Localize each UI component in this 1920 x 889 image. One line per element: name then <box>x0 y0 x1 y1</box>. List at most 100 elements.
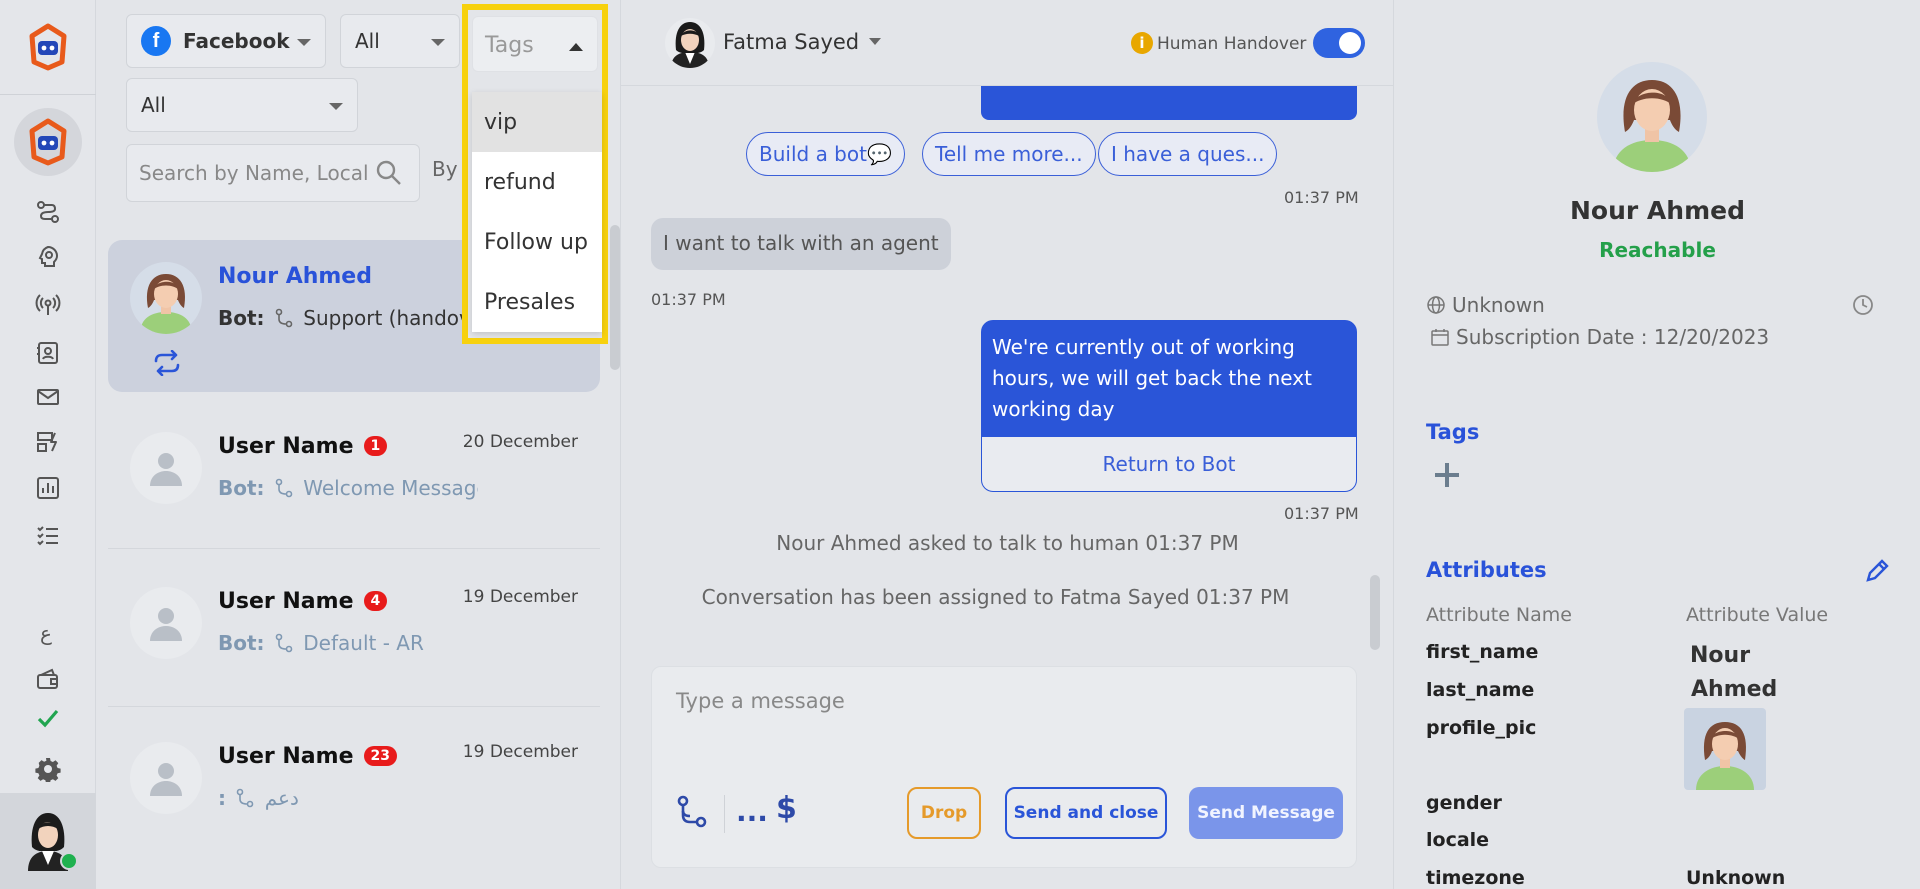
tags-select-placeholder: Tags <box>485 33 534 58</box>
tags-section-title: Tags <box>1426 420 1480 444</box>
message-input[interactable] <box>662 681 1342 741</box>
svg-text:ع: ع <box>40 621 52 645</box>
quick-reply-question[interactable]: I have a ques... <box>1098 132 1278 176</box>
contact-avatar <box>130 587 202 659</box>
subscription-date: Subscription Date : 12/20/2023 <box>1456 325 1770 349</box>
attribute-profile-pic <box>1684 708 1766 790</box>
app-logo-icon[interactable] <box>24 22 72 72</box>
status-select[interactable]: All <box>340 14 460 68</box>
flow-icon <box>275 478 293 498</box>
attribute-value-header: Attribute Value <box>1686 604 1829 626</box>
tasks-checklist-icon[interactable] <box>34 521 62 549</box>
chat-header: Fatma Sayed i Human Handover <box>621 0 1394 86</box>
assignment-select[interactable]: All <box>126 78 358 132</box>
tag-option-vip[interactable]: vip <box>472 92 602 152</box>
tag-option-presales[interactable]: Presales <box>472 272 602 332</box>
bot-label: Bot: <box>218 476 265 500</box>
assigned-agent-name: Fatma Sayed <box>723 30 860 54</box>
clock-icon[interactable] <box>1852 294 1874 316</box>
quick-reply-tell-more[interactable]: Tell me more... <box>922 132 1096 176</box>
chevron-down-icon <box>329 103 343 110</box>
return-to-bot-button[interactable]: Return to Bot <box>982 437 1356 491</box>
analytics-icon[interactable] <box>34 474 62 502</box>
list-divider <box>108 548 600 549</box>
profile-avatar <box>1597 62 1707 172</box>
ai-brain-icon[interactable] <box>34 243 62 271</box>
online-status-dot <box>60 852 78 870</box>
flow-icon <box>275 633 293 653</box>
human-handover-toggle[interactable] <box>1313 28 1365 58</box>
profile-subscription: Subscription Date : 12/20/2023 <box>1430 325 1769 349</box>
tags-select[interactable]: Tags <box>472 16 598 72</box>
assigned-agent-select[interactable]: Fatma Sayed <box>723 30 882 54</box>
list-divider <box>108 706 600 707</box>
language-arabic-icon[interactable]: ع <box>34 619 62 647</box>
chat-scrollbar[interactable] <box>1370 575 1380 650</box>
payment-button[interactable]: $ <box>776 791 797 826</box>
search-input[interactable] <box>127 145 367 201</box>
send-and-close-button[interactable]: Send and close <box>1005 787 1167 839</box>
tag-option-follow-up[interactable]: Follow up <box>472 212 602 272</box>
channel-select-value: Facebook <box>183 29 290 53</box>
quick-reply-build-bot[interactable]: Build a bot💬 <box>746 132 905 176</box>
attributes-section-title: Attributes <box>1426 558 1547 582</box>
search-icon[interactable] <box>375 159 403 187</box>
flow-icon[interactable] <box>34 198 62 226</box>
conversation-date: 20 December <box>462 432 578 452</box>
contact-name: User Name 1 <box>218 434 388 459</box>
previous-outgoing-message <box>981 86 1357 120</box>
attribute-key: last_name <box>1426 679 1535 701</box>
broadcast-icon[interactable] <box>34 290 62 318</box>
contact-avatar <box>130 262 202 334</box>
profile-location: Unknown <box>1426 293 1545 317</box>
flow-name: Default - AR <box>303 631 424 655</box>
contact-avatar <box>130 742 202 814</box>
conversation-date: 19 December <box>462 587 578 607</box>
attribute-key: timezone <box>1426 867 1525 889</box>
unread-badge: 1 <box>363 436 388 456</box>
bot-home-button[interactable] <box>14 108 82 176</box>
check-icon[interactable] <box>34 704 62 732</box>
conversation-item[interactable]: User Name 1 20 December Bot: Welcome Mess… <box>108 410 600 560</box>
contact-name: Nour Ahmed <box>218 264 372 289</box>
agent-profile-button[interactable] <box>0 793 96 889</box>
flow-icon[interactable] <box>676 795 708 829</box>
reachability-status: Reachable <box>1599 238 1716 262</box>
contact-name: User Name 4 <box>218 589 388 614</box>
drop-button[interactable]: Drop <box>907 787 981 839</box>
flow-name: دعم <box>264 786 299 810</box>
edit-pencil-icon[interactable] <box>1864 558 1890 584</box>
conversation-item[interactable]: User Name 23 19 December : دعم <box>108 720 600 870</box>
calendar-icon <box>1431 329 1449 346</box>
bot-logo-icon <box>29 118 67 166</box>
outgoing-message-text: We're currently out of working hours, we… <box>992 335 1312 421</box>
conversation-list-scrollbar[interactable] <box>610 225 620 370</box>
send-message-button[interactable]: Send Message <box>1189 787 1343 839</box>
contacts-icon[interactable] <box>34 339 62 367</box>
automation-icon[interactable] <box>34 428 62 456</box>
system-message: Conversation has been assigned to Fatma … <box>701 585 1290 609</box>
unread-badge: 4 <box>363 591 388 611</box>
tag-option-refund[interactable]: refund <box>472 152 602 212</box>
composer-divider <box>724 795 725 833</box>
channel-select[interactable]: f Facebook <box>126 14 326 68</box>
conversation-subtitle: Bot: Default - AR <box>218 631 478 655</box>
conversation-date: 19 December <box>462 742 578 762</box>
info-icon[interactable]: i <box>1131 32 1153 54</box>
handover-swap-icon[interactable] <box>152 350 182 376</box>
more-options-button[interactable]: ... <box>736 795 768 828</box>
nav-rail: ع <box>0 0 96 889</box>
wallet-icon[interactable] <box>34 665 62 693</box>
mail-icon[interactable] <box>34 383 62 411</box>
contact-avatar <box>130 432 202 504</box>
message-composer: ... $ Drop Send and close Send Message <box>651 666 1357 868</box>
chevron-down-icon <box>869 38 882 45</box>
gear-icon[interactable] <box>34 755 62 783</box>
rail-divider <box>0 94 96 95</box>
attribute-value: Unknown <box>1686 867 1786 889</box>
attribute-name-header: Attribute Name <box>1426 604 1572 626</box>
conversation-subtitle: Bot: Welcome Message <box>218 476 478 500</box>
conversation-item[interactable]: User Name 4 19 December Bot: Default - AR <box>108 565 600 715</box>
add-tag-icon[interactable] <box>1432 460 1462 490</box>
conversations-panel: f Facebook All All By Nour Ahmed Bot: <box>96 0 620 889</box>
